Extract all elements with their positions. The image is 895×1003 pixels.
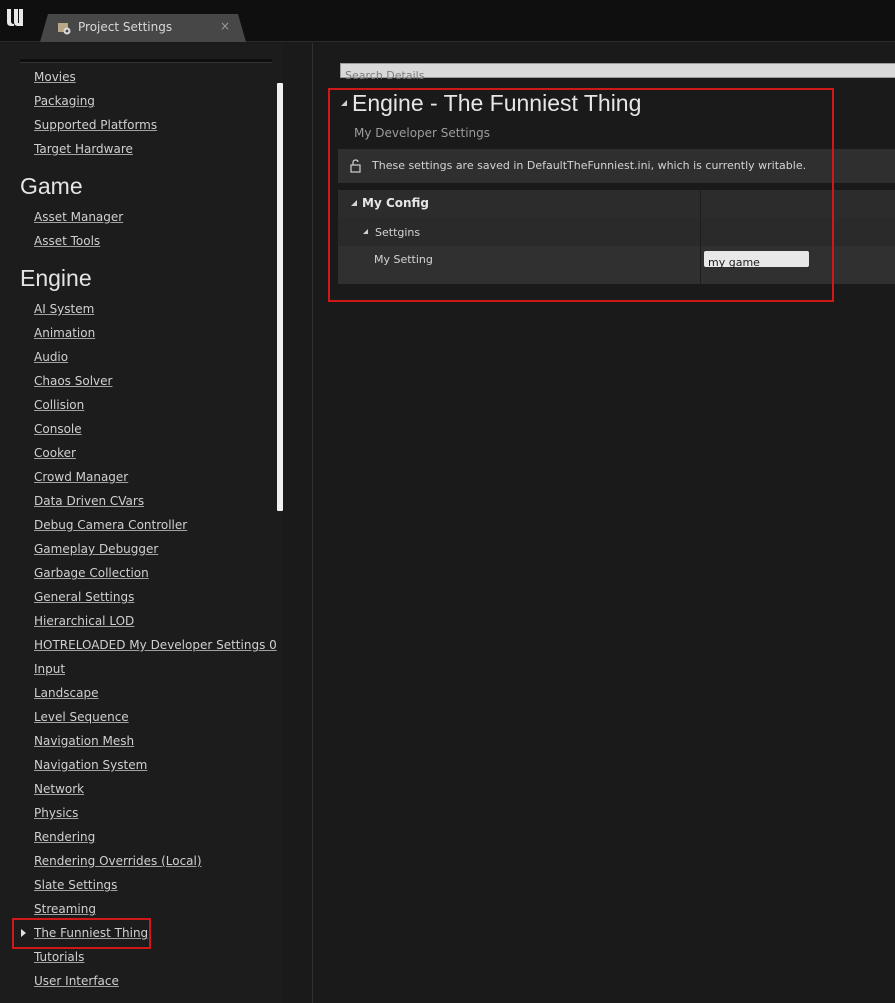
sidebar-item-hierarchical-lod[interactable]: Hierarchical LOD [34,614,134,628]
sidebar-highlight-annotation [12,918,151,949]
tab-project-settings[interactable]: Project Settings × [40,14,246,42]
sidebar-item-physics[interactable]: Physics [34,806,78,820]
sidebar-item-collision[interactable]: Collision [34,398,84,412]
sidebar-item-navigation-mesh[interactable]: Navigation Mesh [34,734,134,748]
project-settings-icon [58,23,71,35]
sidebar-item-movies[interactable]: Movies [34,70,76,84]
sidebar-item-data-driven-cvars[interactable]: Data Driven CVars [34,494,144,508]
sidebar-item-hotreloaded-developer-settings[interactable]: HOTRELOADED My Developer Settings 0 [34,638,277,652]
sidebar-item-target-hardware[interactable]: Target Hardware [34,142,133,156]
sidebar-item-rendering-overrides[interactable]: Rendering Overrides (Local) [34,854,202,868]
close-tab-icon[interactable]: × [220,19,230,33]
sidebar-item-cooker[interactable]: Cooker [34,446,76,460]
sidebar-item-streaming[interactable]: Streaming [34,902,96,916]
search-details-box[interactable] [340,63,895,82]
sidebar-item-garbage-collection[interactable]: Garbage Collection [34,566,149,580]
panel-divider[interactable] [312,43,313,1003]
sidebar-scroll-edge [20,59,272,63]
sidebar-item-slate-settings[interactable]: Slate Settings [34,878,117,892]
sidebar-item-asset-tools[interactable]: Asset Tools [34,234,100,248]
sidebar-item-console[interactable]: Console [34,422,82,436]
sidebar-item-animation[interactable]: Animation [34,326,95,340]
sidebar-item-user-interface[interactable]: User Interface [34,974,119,988]
sidebar-item-chaos-solver[interactable]: Chaos Solver [34,374,112,388]
sidebar-item-audio[interactable]: Audio [34,350,68,364]
title-bar: Project Settings × [0,0,895,42]
sidebar-item-gameplay-debugger[interactable]: Gameplay Debugger [34,542,158,556]
sidebar-item-rendering[interactable]: Rendering [34,830,95,844]
sidebar-item-navigation-system[interactable]: Navigation System [34,758,147,772]
details-highlight-annotation [328,88,834,302]
search-input[interactable] [341,69,895,82]
sidebar-item-asset-manager[interactable]: Asset Manager [34,210,123,224]
sidebar-header-game: Game [20,173,83,199]
sidebar-item-input[interactable]: Input [34,662,65,676]
sidebar-scrollbar[interactable] [277,83,283,511]
sidebar-header-engine: Engine [20,265,92,291]
sidebar-item-debug-camera-controller[interactable]: Debug Camera Controller [34,518,187,532]
sidebar-item-packaging[interactable]: Packaging [34,94,95,108]
sidebar-item-landscape[interactable]: Landscape [34,686,98,700]
sidebar-item-tutorials[interactable]: Tutorials [34,950,84,964]
sidebar-item-network[interactable]: Network [34,782,84,796]
tab-label: Project Settings [78,20,173,34]
sidebar-item-ai-system[interactable]: AI System [34,302,94,316]
sidebar-item-crowd-manager[interactable]: Crowd Manager [34,470,128,484]
sidebar-item-level-sequence[interactable]: Level Sequence [34,710,129,724]
sidebar-item-supported-platforms[interactable]: Supported Platforms [34,118,157,132]
unreal-engine-logo-icon[interactable] [4,5,26,31]
sidebar-item-general-settings[interactable]: General Settings [34,590,134,604]
